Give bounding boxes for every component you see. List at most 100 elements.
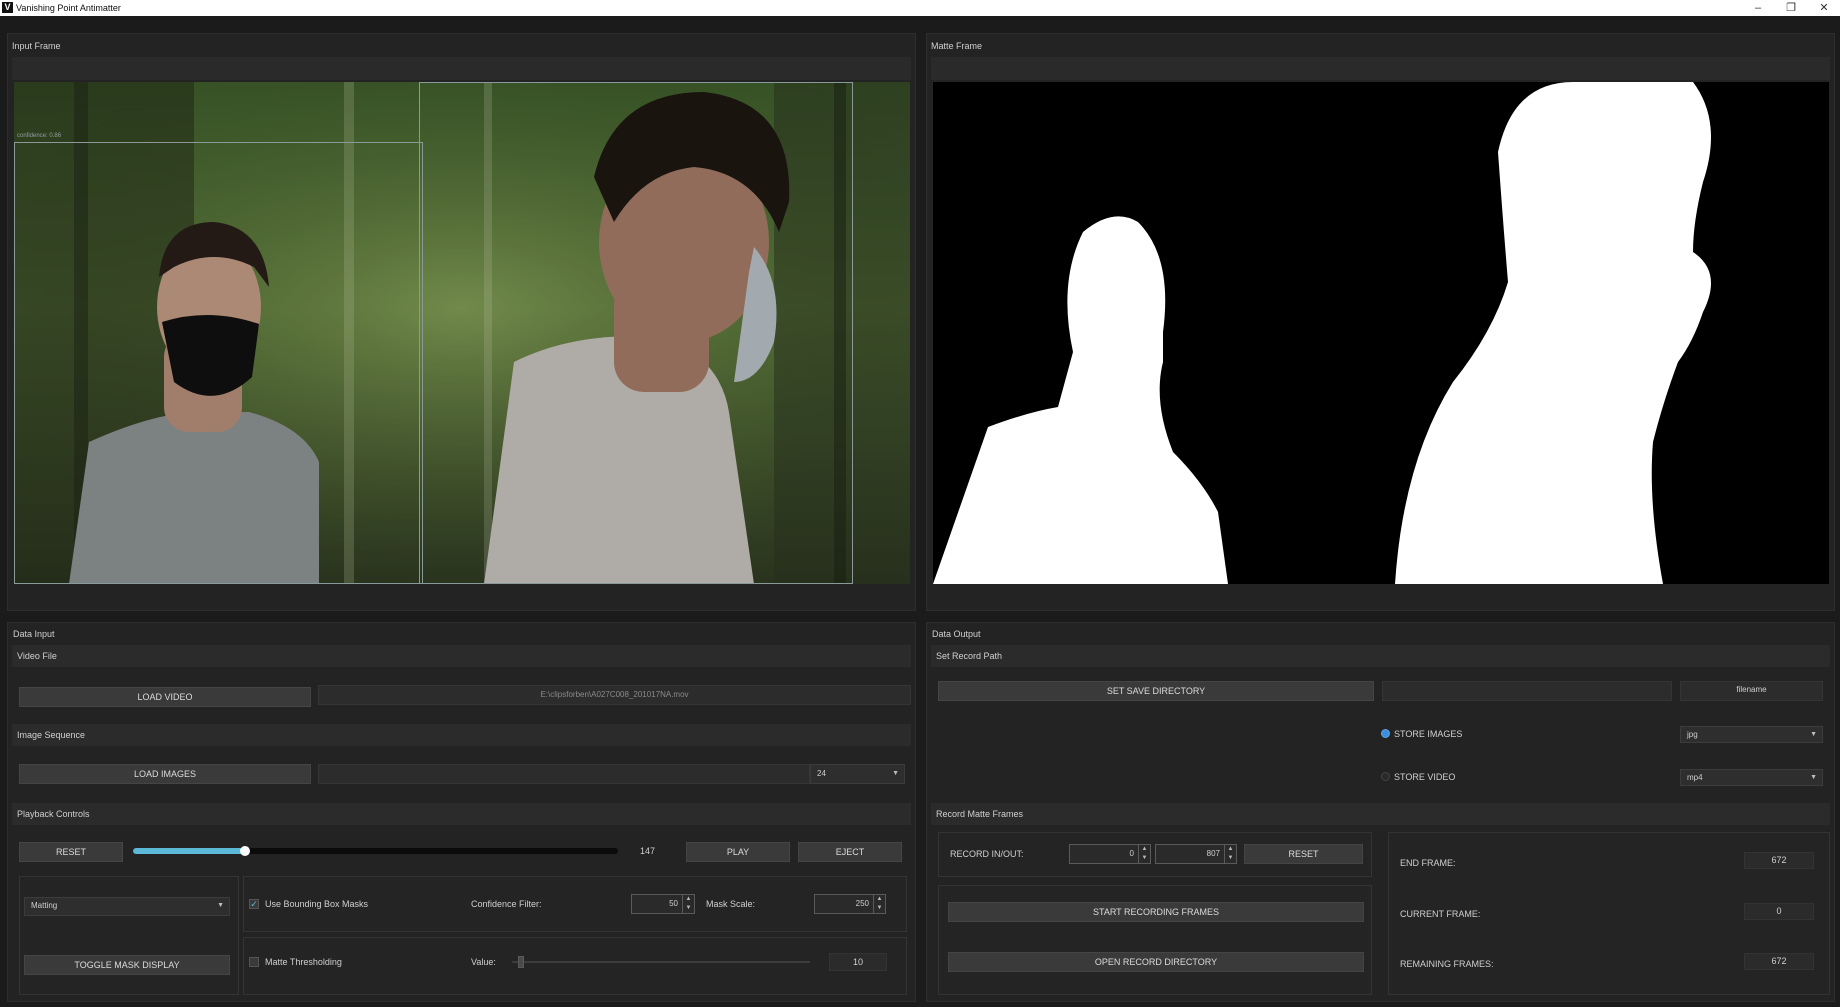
record-out-value: 807: [1206, 849, 1220, 858]
load-video-button[interactable]: LOAD VIDEO: [19, 687, 311, 707]
spin-arrows-icon[interactable]: ▲ ▼: [1224, 845, 1236, 863]
store-video-radio[interactable]: [1381, 772, 1390, 781]
mask-scale-value: 250: [855, 899, 869, 908]
mask-mode-box: Matting ▼ TOGGLE MASK DISPLAY: [19, 876, 239, 995]
image-sequence-path-field[interactable]: [318, 764, 810, 784]
input-video-frame: confidence: 0.86: [14, 82, 910, 584]
matte-frame-title: Matte Frame: [931, 41, 983, 51]
bounding-box-label: confidence: 0.86: [17, 133, 62, 139]
eject-button[interactable]: EJECT: [798, 842, 902, 862]
start-recording-button[interactable]: START RECORDING FRAMES: [948, 902, 1364, 922]
playback-reset-button[interactable]: RESET: [19, 842, 123, 862]
chevron-down-icon: ▼: [892, 770, 899, 777]
mode-value: Matting: [31, 901, 58, 910]
matte-thresholding-checkbox[interactable]: [249, 957, 259, 967]
threshold-value-box[interactable]: 10: [829, 953, 887, 971]
matte-threshold-box: Matte Thresholding Value: 10: [243, 937, 907, 995]
record-in-out-label: RECORD IN/OUT:: [950, 849, 1024, 859]
load-images-button[interactable]: LOAD IMAGES: [19, 764, 311, 784]
spin-arrows-icon[interactable]: ▲ ▼: [682, 895, 694, 913]
play-button[interactable]: PLAY: [686, 842, 790, 862]
store-video-label: STORE VIDEO: [1394, 772, 1456, 782]
data-input-panel: Data Input Video File LOAD VIDEO E:\clip…: [7, 622, 916, 1002]
restore-icon[interactable]: ❐: [1776, 0, 1806, 16]
bounding-box-options-box: ✓ Use Bounding Box Masks Confidence Filt…: [243, 876, 907, 932]
store-images-label: STORE IMAGES: [1394, 729, 1463, 739]
end-frame-label: END FRAME:: [1400, 858, 1456, 868]
set-save-directory-button[interactable]: SET SAVE DIRECTORY: [938, 681, 1374, 701]
current-frame-label: CURRENT FRAME:: [1400, 909, 1481, 919]
frame-stats-box: END FRAME: 672 CURRENT FRAME: 0 REMAININ…: [1388, 832, 1830, 995]
record-path-section-label: Set Record Path: [936, 651, 1003, 661]
input-frame-title: Input Frame: [12, 41, 61, 51]
video-format-value: mp4: [1687, 773, 1703, 782]
spin-arrows-icon[interactable]: ▲ ▼: [873, 895, 885, 913]
playback-scrubber-fill: [133, 848, 245, 854]
filename-field[interactable]: filename: [1680, 681, 1823, 701]
record-in-value: 0: [1129, 849, 1134, 858]
playback-section-label: Playback Controls: [17, 809, 90, 819]
minimize-icon[interactable]: –: [1743, 0, 1773, 16]
data-output-title: Data Output: [932, 629, 981, 639]
remaining-frames-label: REMAINING FRAMES:: [1400, 959, 1494, 969]
end-frame-value: 672: [1744, 852, 1814, 869]
record-frames-section-label: Record Matte Frames: [936, 809, 1024, 819]
input-video-image: [14, 82, 910, 584]
confidence-filter-label: Confidence Filter:: [471, 899, 542, 909]
confidence-filter-spinbox[interactable]: 50 ▲ ▼: [631, 894, 695, 914]
record-path-section-header: Set Record Path: [931, 645, 1830, 667]
threshold-value-label: Value:: [471, 957, 496, 967]
matte-frame-panel: Matte Frame: [926, 33, 1835, 611]
image-format-select[interactable]: jpg ▼: [1680, 726, 1823, 743]
current-frame-value: 0: [1744, 903, 1814, 920]
data-input-title: Data Input: [13, 629, 55, 639]
mode-select[interactable]: Matting ▼: [24, 897, 230, 916]
image-format-value: jpg: [1687, 730, 1698, 739]
store-images-radio[interactable]: [1381, 729, 1390, 738]
threshold-slider[interactable]: [512, 956, 810, 968]
matte-image: [933, 82, 1829, 584]
record-actions-box: START RECORDING FRAMES OPEN RECORD DIREC…: [938, 885, 1372, 995]
save-directory-field[interactable]: [1382, 681, 1672, 701]
mask-scale-label: Mask Scale:: [706, 899, 756, 909]
playback-frame-number: 147: [640, 846, 656, 856]
matte-output-frame: [933, 82, 1829, 584]
fps-value: 24: [817, 769, 826, 778]
chevron-down-icon: ▼: [1810, 774, 1817, 781]
confidence-filter-value: 50: [669, 899, 678, 908]
video-file-section-label: Video File: [17, 651, 57, 661]
playback-scrubber[interactable]: [133, 846, 618, 856]
checkmark-icon: ✓: [250, 899, 258, 909]
record-in-spinbox[interactable]: 0 ▲ ▼: [1069, 844, 1151, 864]
video-path-field[interactable]: E:\clipsforben\A027C008_201017NA.mov: [318, 685, 911, 705]
spin-arrows-icon[interactable]: ▲ ▼: [1138, 845, 1150, 863]
close-icon[interactable]: ✕: [1809, 0, 1839, 16]
window-title: Vanishing Point Antimatter: [16, 3, 121, 13]
title-bar: V Vanishing Point Antimatter – ❐ ✕: [0, 0, 1840, 16]
mask-scale-spinbox[interactable]: 250 ▲ ▼: [814, 894, 886, 914]
chevron-down-icon: ▼: [1810, 731, 1817, 738]
toggle-mask-display-button[interactable]: TOGGLE MASK DISPLAY: [24, 955, 230, 975]
matte-frame-header-strip: [931, 57, 1830, 80]
remaining-frames-value: 672: [1744, 953, 1814, 970]
matte-thresholding-label: Matte Thresholding: [265, 957, 342, 967]
input-frame-header-strip: [12, 57, 911, 80]
chevron-down-icon: ▼: [217, 902, 224, 909]
use-bounding-box-label: Use Bounding Box Masks: [265, 899, 369, 909]
data-output-panel: Data Output Set Record Path SET SAVE DIR…: [926, 622, 1835, 1002]
image-sequence-section-label: Image Sequence: [17, 730, 86, 740]
video-format-select[interactable]: mp4 ▼: [1680, 769, 1823, 786]
record-in-out-box: RECORD IN/OUT: 0 ▲ ▼ 807 ▲ ▼ RESET: [938, 832, 1372, 877]
playback-scrubber-handle[interactable]: [239, 846, 250, 856]
app-logo-icon: V: [2, 2, 13, 13]
open-record-directory-button[interactable]: OPEN RECORD DIRECTORY: [948, 952, 1364, 972]
use-bounding-box-checkbox[interactable]: ✓: [249, 899, 259, 909]
record-reset-button[interactable]: RESET: [1244, 844, 1363, 864]
image-sequence-section-header: Image Sequence: [12, 724, 911, 746]
fps-select[interactable]: 24 ▼: [810, 764, 905, 784]
playback-section-header: Playback Controls: [12, 803, 911, 825]
record-out-spinbox[interactable]: 807 ▲ ▼: [1155, 844, 1237, 864]
threshold-slider-handle[interactable]: [517, 956, 524, 968]
video-file-section-header: Video File: [12, 645, 911, 667]
record-frames-section-header: Record Matte Frames: [931, 803, 1830, 825]
